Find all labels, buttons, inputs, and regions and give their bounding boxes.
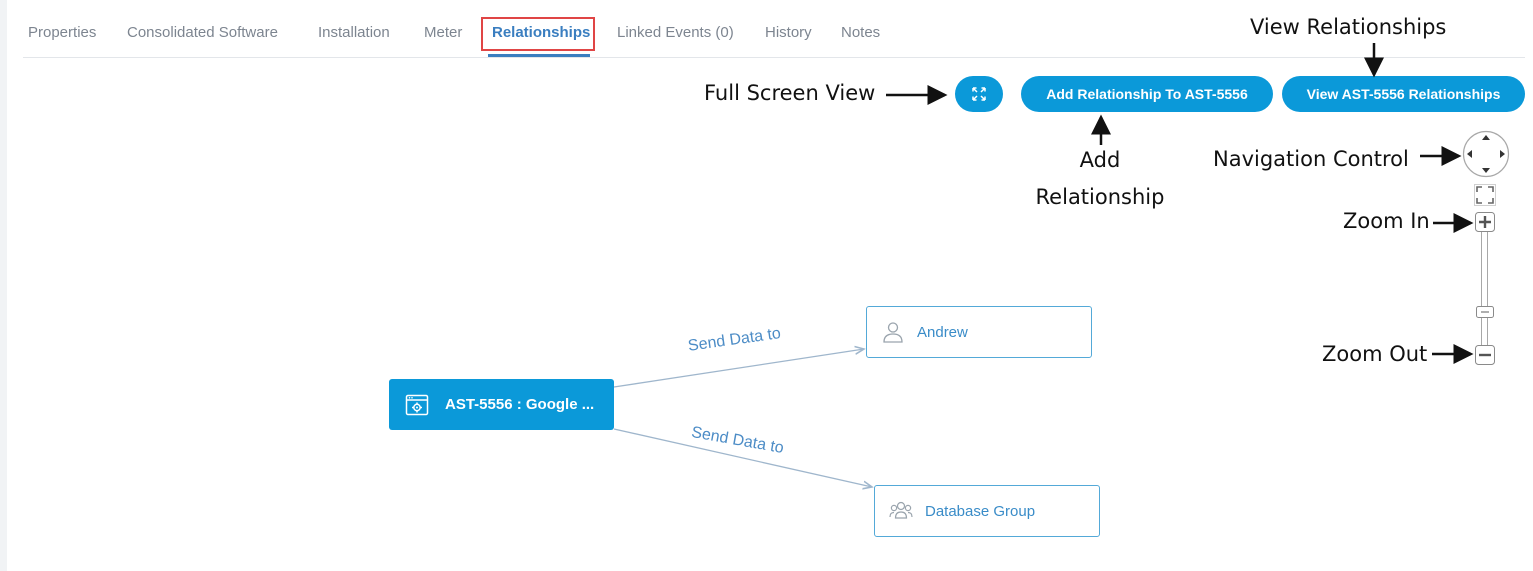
user-group-icon (889, 501, 913, 519)
fit-to-screen-icon[interactable] (1474, 184, 1496, 206)
main-asset-node-label: AST-5556 : Google ... (445, 396, 595, 413)
relationships-tab-highlight-box (481, 17, 595, 51)
node-database-group-label: Database Group (925, 502, 1036, 520)
tab-meter[interactable]: Meter (424, 24, 462, 41)
add-relationship-button[interactable]: Add Relationship To AST-5556 (1021, 76, 1273, 112)
software-window-gear-icon (405, 394, 429, 415)
annotation-zoom-out: Zoom Out (1322, 342, 1428, 366)
zoom-in-icon[interactable] (1475, 212, 1495, 232)
navigation-control[interactable] (1462, 130, 1510, 178)
left-edge-strip (0, 0, 7, 571)
node-andrew-label: Andrew (917, 323, 968, 341)
zoom-out-icon[interactable] (1475, 345, 1495, 365)
node-database-group[interactable]: Database Group (874, 485, 1100, 537)
edge-line-andrew (613, 349, 864, 388)
tab-installation[interactable]: Installation (318, 24, 390, 41)
annotation-navigation-control: Navigation Control (1213, 147, 1409, 171)
user-icon (883, 322, 903, 343)
tab-notes[interactable]: Notes (841, 24, 880, 41)
annotation-add-relationship-line2: Relationship (1035, 185, 1165, 209)
zoom-slider-handle[interactable] (1476, 306, 1494, 318)
tab-history[interactable]: History (765, 24, 812, 41)
annotation-zoom-in: Zoom In (1343, 209, 1430, 233)
annotation-full-screen-view: Full Screen View (704, 81, 876, 105)
tab-linked-events[interactable]: Linked Events (0) (617, 24, 734, 41)
tab-properties[interactable]: Properties (28, 24, 96, 41)
tab-consolidated-software[interactable]: Consolidated Software (127, 24, 278, 41)
node-andrew[interactable]: Andrew (866, 306, 1092, 358)
active-tab-underline (488, 54, 590, 57)
edge-label-andrew: Send Data to (687, 325, 782, 355)
view-relationships-button[interactable]: View AST-5556 Relationships (1282, 76, 1525, 112)
main-asset-node[interactable]: AST-5556 : Google ... (389, 379, 614, 430)
full-screen-button[interactable] (955, 76, 1003, 112)
edge-label-database-group: Send Data to (690, 424, 785, 457)
zoom-slider-track[interactable] (1481, 232, 1488, 345)
annotation-view-relationships: View Relationships (1250, 15, 1447, 39)
annotation-add-relationship-line1: Add (1079, 148, 1121, 172)
expand-arrows-icon (972, 87, 986, 101)
